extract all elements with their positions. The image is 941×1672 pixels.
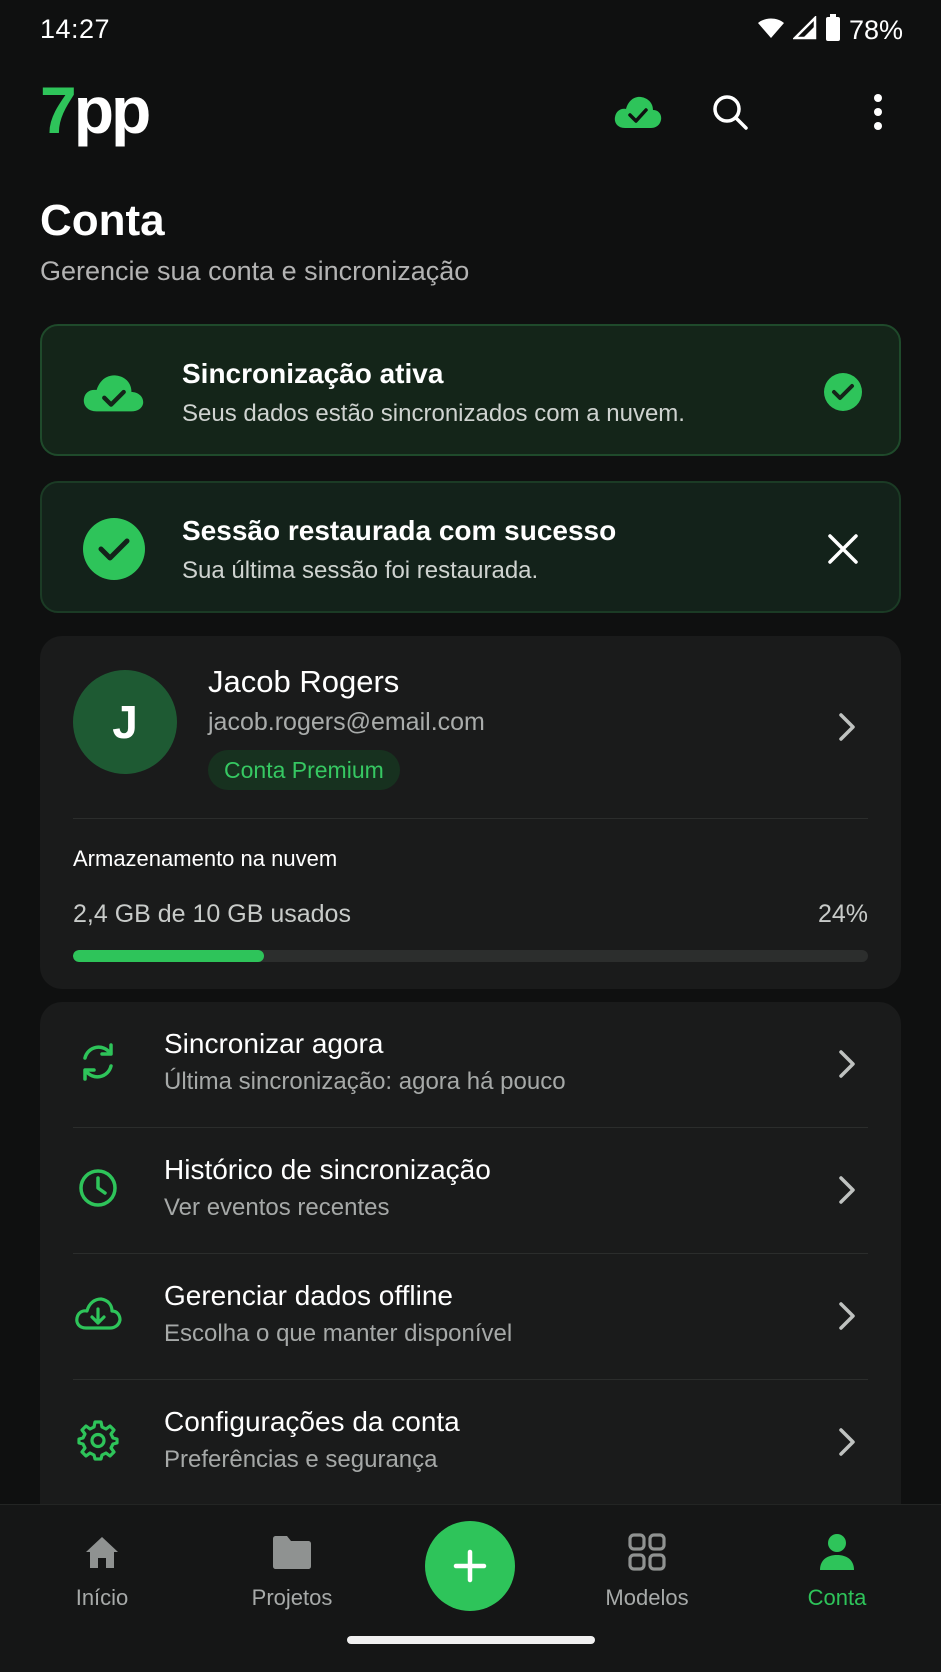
menu-item-subtitle: Preferências e segurança: [164, 1446, 438, 1473]
profile-name: Jacob Rogers: [208, 664, 400, 699]
check-circle-icon: [82, 517, 146, 581]
profile-card: J Jacob Rogers jacob.rogers@email.com Co…: [40, 636, 901, 989]
chevron-right-icon: [832, 712, 862, 742]
plus-icon: [453, 1549, 487, 1583]
menu-item-account-settings[interactable]: Configurações da conta Preferências e se…: [40, 1380, 901, 1506]
more-options-button[interactable]: [850, 84, 906, 140]
status-bar: 14:27 78%: [0, 0, 941, 62]
profile-email: jacob.rogers@email.com: [208, 708, 485, 736]
app-bar: 7pp: [0, 70, 941, 150]
sync-status-banner: Sincronização ativa Seus dados estão sin…: [40, 324, 901, 456]
storage-title: Armazenamento na nuvem: [73, 846, 338, 871]
cloud-check-icon: [82, 360, 146, 424]
wifi-icon: [757, 16, 785, 45]
menu-item-sync-now[interactable]: Sincronizar agora Última sincronização: …: [40, 1002, 901, 1128]
session-restored-banner: Sessão restaurada com sucesso Sua última…: [40, 481, 901, 613]
storage-percent: 24%: [817, 900, 868, 928]
more-vertical-icon: [874, 94, 882, 130]
nav-models-label: Modelos: [605, 1585, 689, 1610]
home-icon: [22, 1529, 182, 1575]
chevron-right-icon: [832, 1049, 862, 1079]
menu-item-title: Gerenciar dados offline: [164, 1280, 453, 1311]
nav-account-label: Conta: [807, 1585, 867, 1610]
sync-banner-title: Sincronização ativa: [182, 358, 444, 389]
session-banner-title: Sessão restaurada com sucesso: [182, 515, 617, 546]
menu-item-title: Sincronizar agora: [164, 1028, 384, 1059]
menu-item-offline-data[interactable]: Gerenciar dados offline Escolha o que ma…: [40, 1254, 901, 1380]
sync-banner-subtitle: Seus dados estão sincronizados com a nuv…: [182, 400, 685, 427]
signal-icon: [791, 14, 817, 45]
close-icon: [828, 534, 858, 564]
search-icon: [713, 95, 748, 130]
page-subtitle: Gerencie sua conta e sincronização: [40, 256, 470, 286]
cloud-check-icon: [614, 96, 662, 128]
person-icon: [757, 1529, 917, 1575]
nav-account[interactable]: Conta: [757, 1529, 917, 1611]
menu-item-sync-history[interactable]: Histórico de sincronização Ver eventos r…: [40, 1128, 901, 1254]
page-title: Conta: [40, 196, 165, 245]
nav-home-label: Início: [75, 1585, 129, 1610]
storage-progress-bar: [73, 950, 868, 962]
chevron-right-icon: [832, 1175, 862, 1205]
divider: [73, 818, 868, 819]
cloud-sync-status-button[interactable]: [610, 84, 666, 140]
session-banner-subtitle: Sua última sessão foi restaurada.: [182, 557, 539, 584]
status-icons: 78%: [757, 14, 903, 47]
settings-list: Sincronizar agora Última sincronização: …: [40, 1002, 901, 1522]
storage-used: 2,4 GB de 10 GB usados: [73, 900, 351, 928]
add-button[interactable]: [425, 1521, 515, 1611]
cloud-download-icon: [74, 1290, 122, 1338]
sync-icon: [74, 1038, 122, 1086]
nav-home[interactable]: Início: [22, 1529, 182, 1611]
menu-item-title: Configurações da conta: [164, 1406, 460, 1437]
status-time: 14:27: [40, 14, 111, 44]
premium-badge: Conta Premium: [208, 750, 400, 790]
storage-progress-fill: [73, 950, 264, 962]
chevron-right-icon: [832, 1427, 862, 1457]
folder-icon: [212, 1529, 372, 1575]
chevron-right-icon: [832, 1301, 862, 1331]
menu-item-subtitle: Escolha o que manter disponível: [164, 1320, 513, 1347]
nav-models[interactable]: Modelos: [567, 1529, 727, 1611]
menu-item-subtitle: Última sincronização: agora há pouco: [164, 1068, 566, 1095]
profile-row[interactable]: J Jacob Rogers jacob.rogers@email.com Co…: [40, 636, 901, 816]
grid-icon: [567, 1529, 727, 1575]
gear-icon: [74, 1416, 122, 1464]
nav-projects-label: Projetos: [251, 1585, 333, 1610]
app-logo: 7pp: [40, 73, 151, 147]
check-circle-icon: [821, 370, 865, 414]
account-screen: 14:27 78% 7pp Conta Gerencie sua conta e…: [0, 0, 941, 1672]
clock-icon: [74, 1164, 122, 1212]
home-indicator[interactable]: [347, 1636, 595, 1644]
bottom-navigation: Início Projetos Modelos Conta: [0, 1504, 941, 1672]
close-banner-button[interactable]: [821, 527, 865, 571]
battery-icon: [825, 14, 841, 47]
menu-item-title: Histórico de sincronização: [164, 1154, 491, 1185]
search-button[interactable]: [702, 84, 758, 140]
avatar: J: [73, 670, 177, 774]
menu-item-subtitle: Ver eventos recentes: [164, 1194, 390, 1221]
battery-percent: 78%: [848, 15, 903, 45]
nav-projects[interactable]: Projetos: [212, 1529, 372, 1611]
